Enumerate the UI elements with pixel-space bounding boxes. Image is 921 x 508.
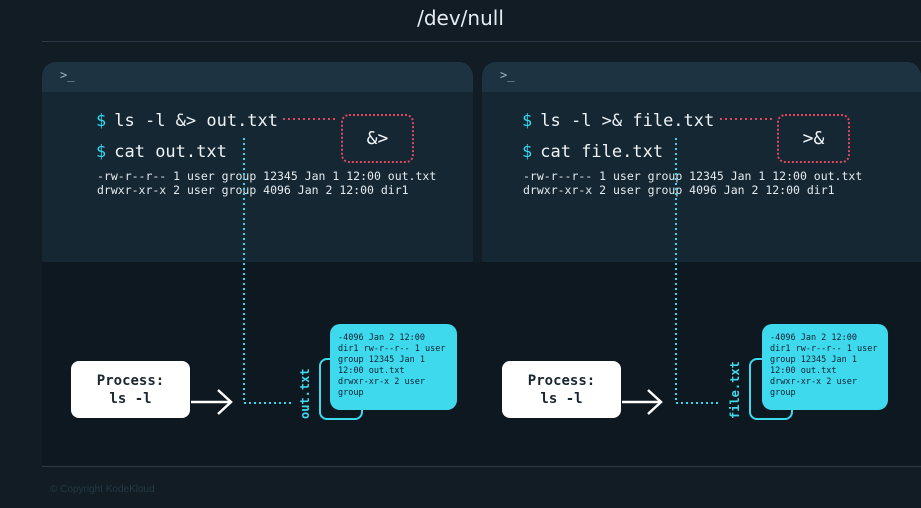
- file-content-card: -4096 Jan 2 12:00 dir1 rw-r--r-- 1 user …: [330, 324, 457, 410]
- footer-divider: [42, 466, 921, 467]
- connector-lines: [191, 118, 774, 415]
- redirect-path-line: [243, 138, 292, 404]
- file-name-label: out.txt: [298, 368, 312, 419]
- file-name-label: file.txt: [728, 361, 742, 419]
- process-label: Process:: [527, 372, 596, 389]
- process-command: ls -l: [540, 390, 583, 407]
- process-box: Process: ls -l: [71, 361, 190, 418]
- arrow-right-icon: [622, 389, 663, 415]
- process-command: ls -l: [109, 390, 152, 407]
- process-label: Process:: [96, 372, 165, 389]
- process-box: Process: ls -l: [502, 361, 621, 418]
- arrow-right-icon: [191, 389, 233, 415]
- copyright-text: © Copyright KodeKloud: [50, 484, 155, 495]
- redirect-path-line: [675, 138, 720, 404]
- file-content-card: -4096 Jan 2 12:00 dir1 rw-r--r-- 1 user …: [762, 324, 888, 410]
